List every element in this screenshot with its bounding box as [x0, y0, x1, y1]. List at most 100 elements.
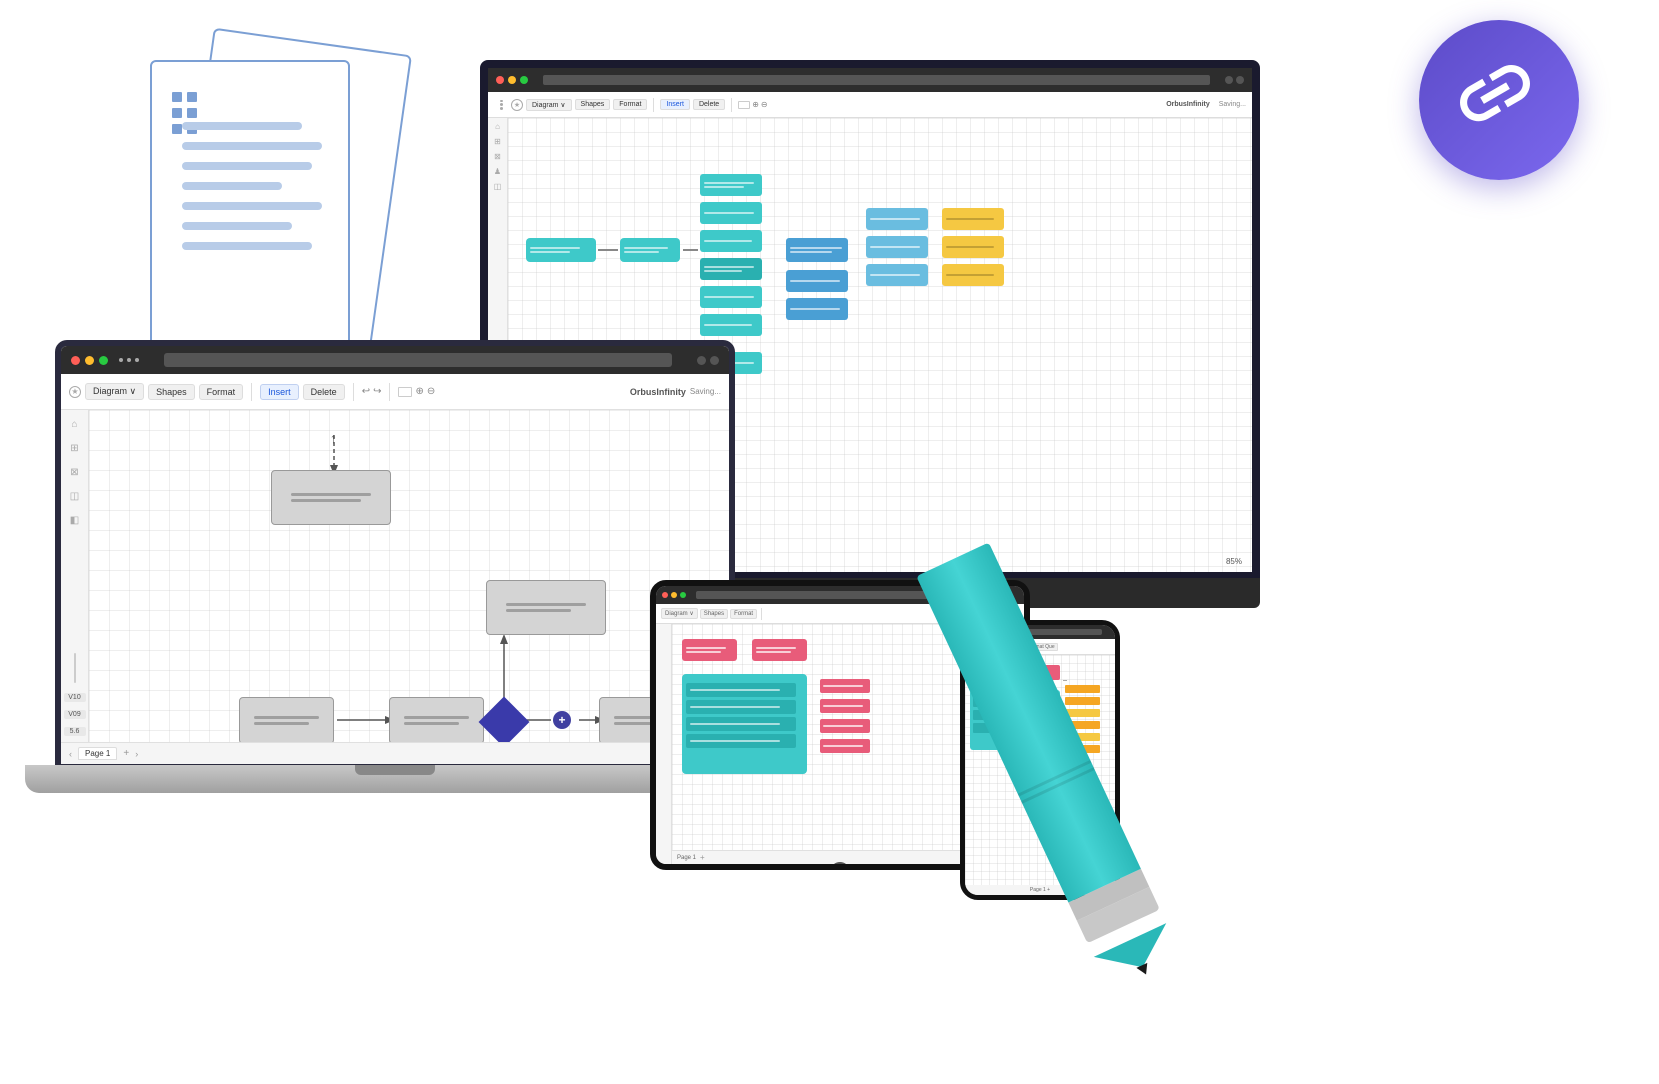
monitor-teal-5 — [700, 286, 762, 308]
laptop-search-bar[interactable] — [164, 353, 672, 367]
sidebar-users-icon[interactable]: ⊠ — [67, 464, 83, 480]
laptop-canvas: ↑ — [89, 410, 729, 742]
laptop-shapes-btn[interactable]: Shapes — [148, 384, 195, 400]
zoom-out-icon[interactable]: ⊖ — [427, 386, 435, 397]
flowchart-connectors — [89, 410, 729, 742]
doc-line — [182, 222, 292, 230]
nav-prev-icon[interactable]: ‹ — [69, 749, 72, 759]
laptop-app: ★ Diagram ∨ Shapes Format Insert Delete … — [61, 346, 729, 764]
tablet-format-btn[interactable]: Format — [730, 609, 757, 619]
zoom-in-icon[interactable]: ⊕ — [415, 386, 423, 397]
laptop-bottom-bar: ‹ Page 1 + › — [61, 742, 729, 764]
sidebar-shapes-icon[interactable]: ◫ — [67, 488, 83, 504]
tablet-pink-sm-2 — [820, 699, 870, 713]
frame-icon[interactable] — [398, 387, 412, 397]
monitor-yellow-3 — [942, 264, 1004, 286]
tablet-teal-container — [682, 674, 807, 774]
link-badge — [1419, 20, 1579, 180]
laptop-saving-label: Saving... — [690, 387, 721, 396]
doc-col-block — [172, 92, 182, 102]
laptop-body: ⌂ ⊞ ⊠ ◫ ◧ — [61, 410, 729, 742]
titlebar-close[interactable] — [71, 356, 80, 365]
toolbar-sep-3 — [389, 383, 390, 401]
sidebar-home-icon[interactable]: ⌂ — [67, 416, 83, 432]
monitor-teal-6 — [700, 314, 762, 336]
monitor-yellow-1 — [942, 208, 1004, 230]
flowchart-plus-1[interactable]: + — [553, 711, 571, 729]
flowchart-box-start — [239, 697, 334, 742]
laptop-sidebar: ⌂ ⊞ ⊠ ◫ ◧ — [61, 410, 89, 742]
doc-col-block — [172, 124, 182, 134]
monitor-shapes-btn[interactable]: Shapes — [575, 99, 611, 110]
monitor-insert-btn[interactable]: Insert — [660, 99, 690, 110]
link-icon — [1434, 32, 1565, 169]
laptop-screen: ★ Diagram ∨ Shapes Format Insert Delete … — [55, 340, 735, 770]
doc-col-block — [187, 108, 197, 118]
monitor-teal-4 — [700, 258, 762, 280]
flowchart-box-1 — [389, 697, 484, 742]
monitor-arrow-1 — [598, 249, 618, 251]
nav-next-icon[interactable]: › — [135, 749, 138, 759]
doc-col-block — [172, 108, 182, 118]
monitor-diagram-btn[interactable]: Diagram ∨ — [526, 99, 572, 111]
up-arrow-indicator: ↑ — [330, 430, 337, 446]
laptop-delete-btn[interactable]: Delete — [303, 384, 345, 400]
doc-lines — [182, 122, 322, 262]
toolbar-star-icon[interactable]: ★ — [69, 386, 81, 398]
flowchart-top-box — [271, 470, 391, 525]
undo-icon[interactable]: ↩ — [362, 386, 370, 397]
monitor-format-btn[interactable]: Format — [613, 99, 647, 110]
page-1-tab[interactable]: Page 1 — [78, 747, 117, 760]
laptop-toolbar: ★ Diagram ∨ Shapes Format Insert Delete … — [61, 374, 729, 410]
monitor-lblue-3 — [866, 264, 928, 286]
monitor-saving-label: Saving... — [1219, 101, 1246, 108]
redo-icon[interactable]: ↪ — [373, 386, 381, 397]
monitor-teal-2 — [700, 202, 762, 224]
laptop-format-btn[interactable]: Format — [199, 384, 244, 400]
doc-line — [182, 122, 302, 130]
flowchart-box-upper-right — [486, 580, 606, 635]
monitor-yellow-2 — [942, 236, 1004, 258]
monitor-teal-3 — [700, 230, 762, 252]
monitor-blue-2 — [786, 270, 848, 292]
monitor-teal-1 — [700, 174, 762, 196]
monitor-blue-3 — [786, 298, 848, 320]
version-badge-2: V09 — [64, 710, 86, 719]
add-page-btn[interactable]: + — [123, 748, 129, 759]
tablet-pink-box-1 — [682, 639, 737, 661]
tablet-pink-sm-3 — [820, 719, 870, 733]
doc-line — [182, 162, 312, 170]
monitor-orbus-label: OrbusInfinity — [1166, 101, 1210, 108]
monitor-delete-btn[interactable]: Delete — [693, 99, 725, 110]
tablet-pink-sm-1 — [820, 679, 870, 693]
doc-line — [182, 182, 282, 190]
tablet-diagram-btn[interactable]: Diagram ∨ — [661, 608, 698, 619]
monitor-lblue-2 — [866, 236, 928, 258]
monitor-box-start — [526, 238, 596, 262]
doc-col-1 — [172, 92, 182, 134]
version-badge-3: 5.6 — [64, 727, 86, 736]
monitor-menubar: ★ Diagram ∨ Shapes Format Insert Delete … — [488, 92, 1252, 118]
tablet-pink-box-2 — [752, 639, 807, 661]
monitor-search-bar — [543, 75, 1210, 85]
laptop-diagram-btn[interactable]: Diagram ∨ — [85, 383, 144, 400]
tablet-shapes-btn[interactable]: Shapes — [700, 609, 728, 619]
laptop-orbus-label: OrbusInfinity — [630, 387, 686, 397]
doc-line — [182, 202, 322, 210]
laptop-titlebar — [61, 346, 729, 374]
scene: ★ Diagram ∨ Shapes Format Insert Delete … — [0, 0, 1659, 1084]
sidebar-grid-icon[interactable]: ⊞ — [67, 440, 83, 456]
toolbar-sep-1 — [251, 383, 252, 401]
sidebar-doc-icon[interactable]: ◧ — [67, 512, 83, 528]
monitor-box-2 — [620, 238, 680, 262]
doc-col-block — [187, 92, 197, 102]
doc-line — [182, 142, 322, 150]
monitor-lblue-1 — [866, 208, 928, 230]
titlebar-minimize[interactable] — [85, 356, 94, 365]
tablet-pink-sm-4 — [820, 739, 870, 753]
monitor-blue-selected — [786, 238, 848, 262]
version-badge-1: V10 — [64, 693, 86, 702]
monitor-zoom: 85% — [1226, 557, 1242, 566]
titlebar-maximize[interactable] — [99, 356, 108, 365]
laptop-insert-btn[interactable]: Insert — [260, 384, 299, 400]
